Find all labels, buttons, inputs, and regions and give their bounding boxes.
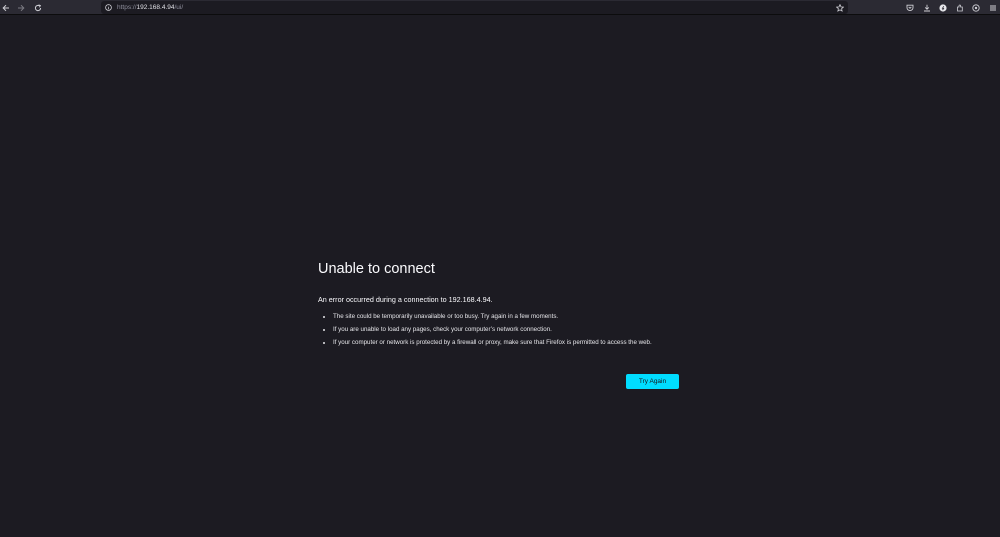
error-suggestions-list: The site could be temporarily unavailabl… — [318, 312, 682, 347]
hamburger-menu-icon[interactable] — [988, 0, 998, 15]
url-text[interactable]: https://192.168.4.94/ui/ — [117, 1, 183, 14]
star-icon[interactable] — [835, 1, 845, 14]
url-prefix: https:// — [117, 4, 137, 11]
forward-arrow-icon[interactable] — [16, 0, 26, 15]
reload-icon[interactable] — [33, 0, 43, 15]
error-description: An error occurred during a connection to… — [318, 295, 493, 304]
back-arrow-icon[interactable] — [1, 0, 11, 15]
extension-icon[interactable] — [971, 0, 981, 15]
download-icon[interactable] — [922, 0, 932, 15]
list-item: The site could be temporarily unavailabl… — [333, 312, 682, 321]
address-bar[interactable]: https://192.168.4.94/ui/ — [101, 1, 848, 14]
extensions-icon[interactable] — [955, 0, 965, 15]
url-host: 192.168.4.94 — [136, 4, 175, 11]
account-icon[interactable] — [938, 0, 948, 15]
browser-toolbar: https://192.168.4.94/ui/ — [0, 0, 1000, 15]
list-item: If you are unable to load any pages, che… — [333, 325, 682, 334]
pocket-icon[interactable] — [905, 0, 915, 15]
error-container: Unable to connect An error occurred duri… — [318, 258, 682, 351]
error-title: Unable to connect — [318, 261, 435, 277]
list-item: If your computer or network is protected… — [333, 338, 682, 347]
info-icon[interactable] — [104, 1, 113, 14]
url-suffix: /ui/ — [174, 4, 184, 11]
try-again-button[interactable]: Try Again — [626, 374, 679, 389]
